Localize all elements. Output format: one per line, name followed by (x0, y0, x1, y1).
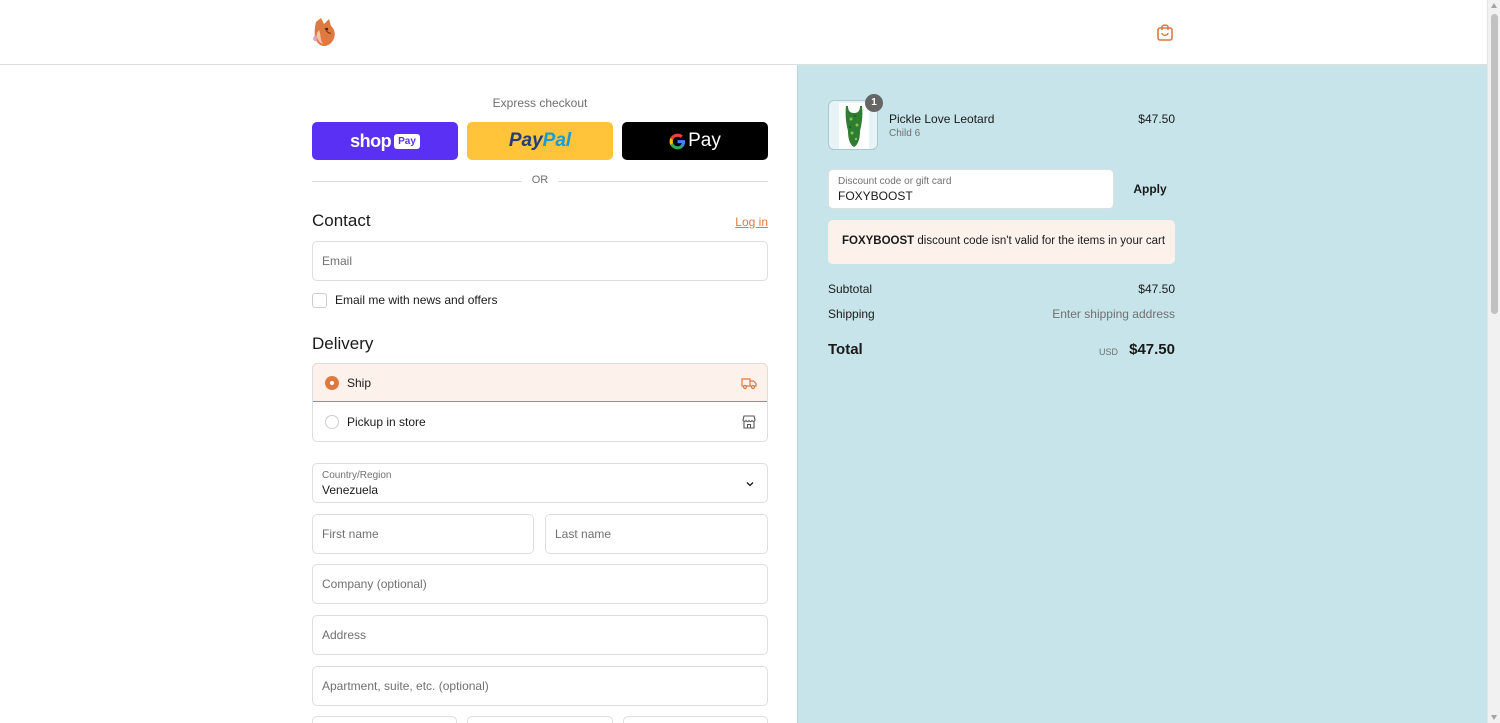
product-name: Pickle Love Leotard (889, 112, 995, 126)
delivery-option-pickup[interactable]: Pickup in store (313, 403, 767, 441)
login-link[interactable]: Log in (735, 215, 768, 229)
email-field[interactable]: Email (312, 241, 768, 281)
scrollbar-thumb[interactable] (1491, 14, 1498, 314)
delivery-method-group: Ship Pickup in store (312, 363, 768, 442)
paypal-button[interactable]: PayPal (467, 122, 613, 160)
last-name-field[interactable]: Last name (545, 514, 768, 554)
or-divider: OR (312, 174, 768, 188)
discount-code-field[interactable]: Discount code or gift card FOXYBOOST (828, 169, 1114, 209)
first-name-placeholder: First name (322, 527, 379, 541)
country-value: Venezuela (322, 483, 379, 497)
country-label: Country/Region (322, 470, 392, 481)
company-field[interactable]: Company (optional) (312, 564, 768, 604)
shipping-label: Shipping (828, 307, 875, 321)
postal-code-field[interactable] (623, 716, 768, 723)
google-g-icon (669, 133, 686, 149)
total-currency: USD (1098, 347, 1118, 357)
ship-label: Ship (347, 376, 372, 390)
news-checkbox[interactable] (312, 292, 327, 308)
discount-code-value: FOXYBOOST (838, 189, 913, 203)
pickup-radio[interactable] (325, 415, 339, 429)
product-price: $47.50 (1138, 112, 1175, 126)
order-summary-panel (797, 65, 1487, 723)
discount-error-notice: FOXYBOOST discount code isn't valid for … (828, 220, 1175, 264)
shipping-value: Enter shipping address (1052, 307, 1175, 321)
state-field[interactable] (467, 716, 613, 723)
apartment-placeholder: Apartment, suite, etc. (optional) (322, 679, 489, 693)
subtotal-label: Subtotal (828, 282, 873, 296)
scroll-down-arrow-icon[interactable] (1491, 715, 1497, 720)
subtotal-value: $47.50 (1138, 282, 1175, 296)
apply-discount-button[interactable]: Apply (1125, 169, 1175, 209)
shop-pay-button[interactable]: shop Pay (312, 122, 458, 160)
last-name-placeholder: Last name (555, 527, 612, 541)
delivery-option-ship[interactable]: Ship (313, 364, 767, 402)
chevron-down-icon (746, 482, 754, 487)
scroll-up-arrow-icon[interactable] (1491, 3, 1497, 8)
email-placeholder: Email (322, 254, 353, 268)
address-placeholder: Address (322, 628, 367, 642)
google-pay-button[interactable]: Pay (622, 122, 768, 160)
fox-logo-icon[interactable] (312, 16, 338, 48)
total-value: $47.50 (1129, 341, 1175, 358)
first-name-field[interactable]: First name (312, 514, 534, 554)
shopping-bag-icon[interactable] (1156, 22, 1174, 42)
quantity-badge: 1 (865, 94, 883, 112)
apartment-field[interactable]: Apartment, suite, etc. (optional) (312, 666, 768, 706)
address-field[interactable]: Address (312, 615, 768, 655)
news-checkbox-label: Email me with news and offers (335, 293, 498, 307)
google-pay-wordmark: Pay (669, 130, 721, 152)
discount-error-text: FOXYBOOST discount code isn't valid for … (842, 235, 1166, 247)
store-icon (742, 415, 756, 429)
city-field[interactable] (312, 716, 457, 723)
company-placeholder: Company (optional) (322, 577, 427, 591)
header (0, 0, 1487, 65)
ship-radio[interactable] (325, 376, 339, 390)
country-select[interactable]: Country/Region Venezuela (312, 463, 768, 503)
paypal-wordmark: PayPal (508, 130, 572, 151)
contact-heading: Contact (312, 211, 371, 230)
product-variant: Child 6 (889, 128, 921, 139)
delivery-heading: Delivery (312, 334, 374, 353)
total-label: Total (828, 341, 863, 358)
shop-pay-badge: Pay (394, 133, 420, 149)
express-checkout-title: Express checkout (492, 96, 588, 110)
or-label: OR (531, 174, 549, 186)
discount-code-label: Discount code or gift card (838, 176, 952, 187)
shop-pay-wordmark: shop (350, 130, 392, 151)
news-opt-in[interactable]: Email me with news and offers (312, 292, 498, 308)
page-scrollbar[interactable] (1487, 0, 1500, 723)
pickup-label: Pickup in store (347, 415, 426, 429)
truck-icon (741, 378, 757, 390)
